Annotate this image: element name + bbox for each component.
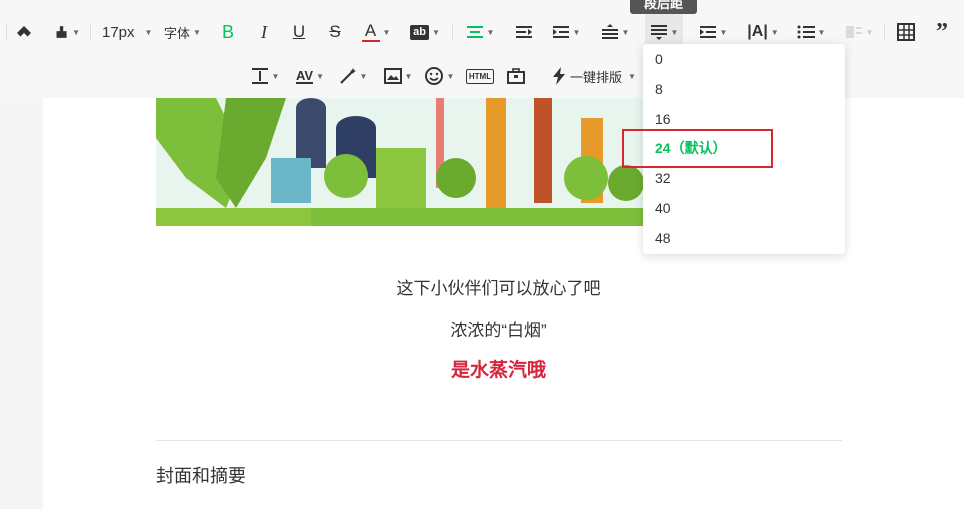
paragraph-after-spacing-icon [650, 25, 667, 40]
table-icon [897, 23, 915, 41]
bold-button[interactable]: B [218, 14, 238, 50]
paragraph-line-2: 浓浓的“白烟” [450, 321, 547, 340]
underline-icon: U [292, 22, 306, 41]
paragraph-before-spacing-button[interactable]: ▼ [597, 14, 633, 50]
lightning-icon [553, 67, 565, 85]
font-size-value: 17px [102, 23, 135, 41]
float-button[interactable]: ▼ [842, 14, 876, 50]
divider [90, 24, 91, 40]
format-painter-button[interactable]: ▼ [54, 14, 80, 50]
spacing-option-32[interactable]: 32 [655, 168, 671, 188]
tooltip-paragraph-after-spacing: 段后距 [630, 0, 697, 14]
font-color-icon: A [364, 20, 377, 40]
quote-icon: ” [936, 18, 948, 45]
section-divider [156, 440, 842, 441]
one-key-layout-button[interactable]: 一键排版 ▼ [552, 58, 644, 94]
banner-image [156, 98, 656, 226]
spacing-option-16[interactable]: 16 [655, 109, 671, 129]
line-break-spacing-button[interactable]: ▼ [248, 58, 282, 94]
list-icon [797, 25, 815, 39]
strikethrough-icon: S [329, 22, 341, 41]
divider [452, 24, 453, 40]
align-center-button[interactable]: ▼ [463, 14, 497, 50]
divider-line-icon [251, 68, 268, 84]
font-size-select[interactable]: 17px ▼ [102, 14, 156, 50]
toolbox-button[interactable] [505, 58, 527, 94]
float-icon [845, 26, 862, 38]
text-indent-button[interactable]: ▼ [548, 14, 584, 50]
font-family-select[interactable]: 字体 ▼ [164, 14, 204, 50]
table-button[interactable] [895, 14, 917, 50]
italic-icon: I [261, 21, 267, 42]
underline-button[interactable]: U [289, 14, 309, 50]
divider [884, 24, 885, 40]
divider [6, 24, 7, 40]
bold-icon: B [221, 21, 234, 42]
html-icon: HTML [465, 68, 495, 84]
font-color-button[interactable]: A ▼ [360, 14, 392, 50]
spacing-option-48[interactable]: 48 [655, 228, 671, 248]
paragraph-line-1: 这下小伙伴们可以放心了吧 [396, 279, 601, 298]
spacing-option-0[interactable]: 0 [655, 49, 663, 69]
background-color-icon: ab [410, 24, 429, 40]
spacing-option-40[interactable]: 40 [655, 198, 671, 218]
image-icon [383, 68, 402, 84]
spacing-option-8[interactable]: 8 [655, 79, 663, 99]
magic-wand-icon [339, 68, 356, 84]
one-key-layout-label: 一键排版 [570, 69, 623, 85]
paragraph-highlight: 是水蒸汽哦 [450, 360, 546, 381]
italic-button[interactable]: I [254, 14, 274, 50]
paragraph-before-spacing-icon [601, 24, 618, 39]
background-color-button[interactable]: ab ▼ [408, 14, 442, 50]
selection-highlight-box [622, 129, 773, 168]
character-spacing-icon: AV [295, 67, 314, 84]
strikethrough-button[interactable]: S [325, 14, 345, 50]
character-spacing-button[interactable]: AV ▼ [292, 58, 328, 94]
toolbox-icon [507, 68, 525, 84]
magic-wand-button[interactable]: ▼ [336, 58, 370, 94]
align-center-icon [466, 26, 483, 38]
indent-button[interactable] [513, 14, 535, 50]
text-indent-icon [552, 26, 569, 38]
font-family-value: 字体 [164, 25, 191, 41]
image-button[interactable]: ▼ [383, 58, 413, 94]
line-height-icon [699, 26, 716, 38]
html-button[interactable]: HTML [465, 58, 495, 94]
eraser-icon[interactable] [12, 14, 36, 50]
letter-spacing-icon: |A| [747, 23, 768, 40]
quote-button[interactable]: ” [931, 14, 953, 50]
format-painter-icon [56, 26, 67, 38]
cover-summary-heading[interactable]: 封面和摘要 [156, 462, 246, 488]
indent-icon [516, 26, 532, 38]
emoji-icon [424, 67, 443, 85]
emoji-button[interactable]: ▼ [422, 58, 456, 94]
